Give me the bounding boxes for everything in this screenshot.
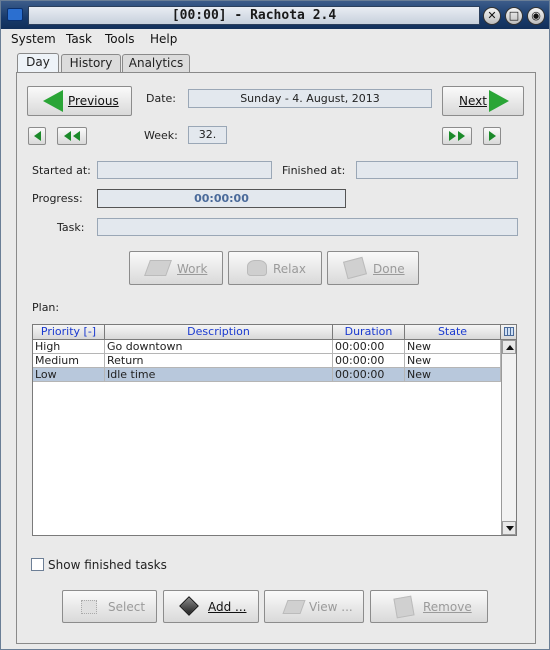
date-field: Sunday - 4. August, 2013: [188, 89, 432, 108]
cell-description: Idle time: [105, 368, 333, 382]
menu-bar: System Task Tools Help: [1, 29, 549, 49]
cell-duration: 00:00:00: [333, 368, 405, 382]
view-button[interactable]: View ...: [264, 590, 364, 623]
next-week-button[interactable]: [442, 127, 472, 145]
work-label: Work: [177, 262, 208, 276]
cell-priority: Medium: [33, 354, 105, 368]
remove-button[interactable]: Remove: [370, 590, 488, 623]
cell-state: New: [405, 368, 501, 382]
next-label: Next: [459, 94, 487, 108]
menu-help[interactable]: Help: [150, 29, 177, 49]
cell-state: New: [405, 340, 501, 354]
table-columns-icon: [503, 327, 514, 336]
week-label: Week:: [144, 129, 178, 142]
add-button[interactable]: Add ...: [163, 590, 259, 623]
next-week-icon-b: [458, 131, 465, 141]
table-row[interactable]: Medium Return 00:00:00 New: [33, 354, 501, 368]
column-chooser-button[interactable]: [501, 325, 516, 340]
view-label: View ...: [309, 600, 353, 614]
next-week-icon-a: [449, 131, 456, 141]
done-label: Done: [373, 262, 405, 276]
week-field: 32.: [188, 126, 227, 144]
prev-week-icon-b: [73, 131, 80, 141]
table-scrollbar[interactable]: [501, 340, 516, 535]
cell-state: New: [405, 354, 501, 368]
scroll-up-icon[interactable]: [502, 340, 516, 354]
column-state[interactable]: State: [405, 325, 501, 340]
menu-system[interactable]: System: [11, 29, 56, 49]
maximize-icon[interactable]: □: [505, 7, 523, 25]
relax-button[interactable]: Relax: [228, 251, 322, 285]
finished-label: Finished at:: [282, 164, 346, 177]
plan-table[interactable]: Priority [-] Description Duration State …: [32, 324, 517, 536]
app-window: [00:00] - Rachota 2.4 ✕ □ ◉ System Task …: [0, 0, 550, 650]
tab-history[interactable]: History: [61, 54, 121, 73]
select-icon: [81, 600, 97, 614]
task-label: Task:: [57, 221, 85, 234]
column-description[interactable]: Description: [105, 325, 333, 340]
previous-day-button[interactable]: [28, 127, 46, 145]
done-icon: [343, 256, 367, 280]
cell-duration: 00:00:00: [333, 354, 405, 368]
select-label: Select: [108, 600, 146, 614]
minimize-icon[interactable]: ◉: [527, 7, 545, 25]
previous-button[interactable]: Previous: [27, 86, 132, 116]
prev-day-icon: [33, 131, 41, 141]
next-button[interactable]: Next: [442, 86, 524, 116]
select-button[interactable]: Select: [62, 590, 157, 623]
date-label: Date:: [146, 92, 176, 105]
started-label: Started at:: [32, 164, 91, 177]
relax-icon: [247, 260, 267, 276]
show-finished-checkbox[interactable]: [31, 558, 44, 571]
cell-duration: 00:00:00: [333, 340, 405, 354]
window-title: [00:00] - Rachota 2.4: [28, 6, 480, 25]
work-button[interactable]: Work: [129, 251, 223, 285]
previous-arrow-icon: [43, 90, 63, 112]
previous-week-button[interactable]: [57, 127, 87, 145]
show-finished-label: Show finished tasks: [48, 558, 167, 572]
menu-tools[interactable]: Tools: [105, 29, 135, 49]
cell-description: Go downtown: [105, 340, 333, 354]
prev-week-icon-a: [64, 131, 71, 141]
close-icon[interactable]: ✕: [483, 7, 501, 25]
cell-priority: High: [33, 340, 105, 354]
table-row-selected[interactable]: Low Idle time 00:00:00 New: [33, 368, 501, 382]
finished-field: [356, 161, 518, 179]
started-field: [97, 161, 272, 179]
scroll-down-icon[interactable]: [502, 521, 516, 535]
task-field: [97, 218, 518, 236]
cell-description: Return: [105, 354, 333, 368]
progress-label: Progress:: [32, 192, 83, 205]
app-icon[interactable]: [7, 8, 23, 21]
tab-day[interactable]: Day: [17, 53, 59, 74]
view-icon: [282, 600, 306, 614]
remove-icon: [393, 595, 415, 619]
column-priority[interactable]: Priority [-]: [33, 325, 105, 340]
table-row[interactable]: High Go downtown 00:00:00 New: [33, 340, 501, 354]
add-icon: [179, 596, 199, 616]
progress-bar: 00:00:00: [97, 189, 346, 208]
previous-label: Previous: [68, 94, 119, 108]
remove-label: Remove: [423, 600, 472, 614]
cell-priority: Low: [33, 368, 105, 382]
tab-analytics[interactable]: Analytics: [122, 54, 190, 73]
next-day-icon: [488, 131, 496, 141]
menu-task[interactable]: Task: [66, 29, 92, 49]
relax-label: Relax: [273, 262, 306, 276]
next-day-button[interactable]: [483, 127, 501, 145]
work-icon: [144, 260, 172, 276]
done-button[interactable]: Done: [327, 251, 419, 285]
title-bar[interactable]: [00:00] - Rachota 2.4 ✕ □ ◉: [1, 1, 549, 29]
column-duration[interactable]: Duration: [333, 325, 405, 340]
plan-label: Plan:: [32, 301, 60, 314]
add-label: Add ...: [208, 600, 247, 614]
next-arrow-icon: [489, 90, 509, 112]
